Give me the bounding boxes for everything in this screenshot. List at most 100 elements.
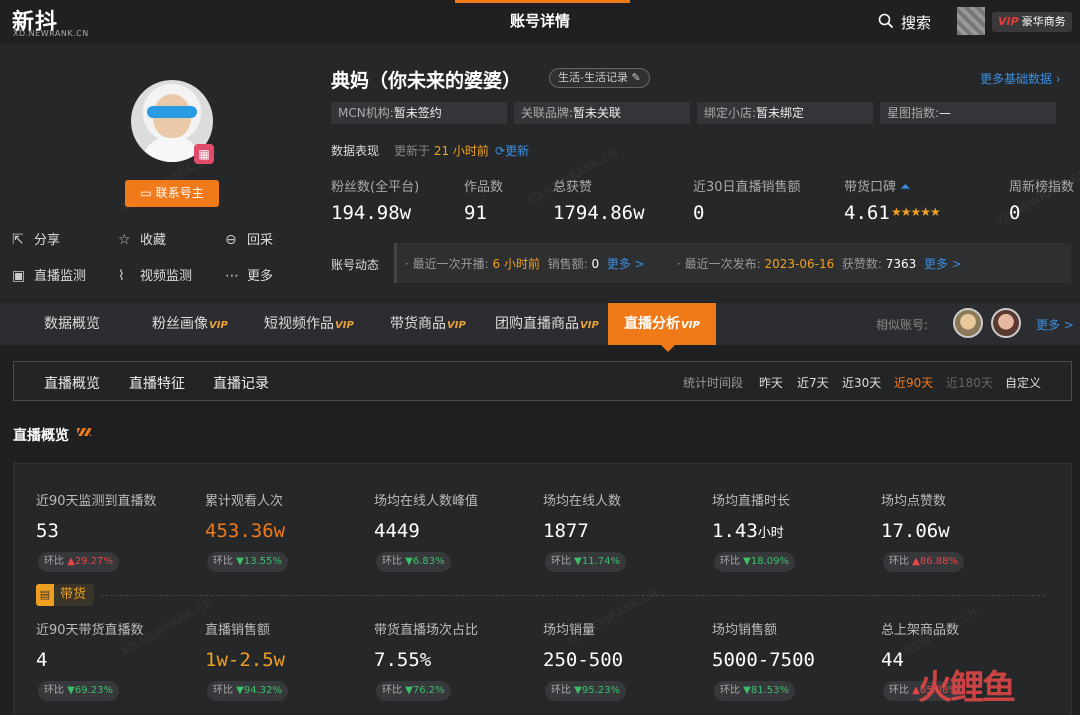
- change-label: 环比: [213, 556, 233, 567]
- tab-label: 直播分析: [624, 316, 680, 332]
- period-180d: 近180天: [946, 376, 993, 390]
- change-chip: 环比 ▼94.32%: [207, 681, 289, 701]
- change-value: 86.88%: [919, 556, 959, 567]
- subtab-live-records[interactable]: 直播记录: [213, 373, 269, 393]
- metric-label: 累计观看人次: [205, 494, 284, 509]
- performance-label: 数据表现: [331, 144, 380, 158]
- metric-number: 5000-7500: [712, 649, 815, 671]
- edit-icon: ✎: [627, 71, 641, 84]
- change-value: 6.83%: [412, 556, 445, 567]
- chart-icon[interactable]: ⏶: [900, 180, 910, 195]
- change-label: 环比: [44, 556, 64, 567]
- similar-more-link[interactable]: 更多 >: [1036, 316, 1074, 333]
- stat-label: 粉丝数(全平台): [331, 180, 420, 195]
- more-action[interactable]: ⋯ 更多: [225, 265, 273, 284]
- tab-short-videos[interactable]: 短视频作品VIP: [264, 303, 354, 345]
- info-value: 暂未签约: [393, 106, 442, 120]
- refresh-icon: ⟳: [495, 144, 506, 158]
- star-icon: ☆: [118, 232, 131, 248]
- similar-account-avatar[interactable]: [991, 308, 1021, 338]
- tab-data-overview[interactable]: 数据概览: [44, 303, 100, 345]
- live-monitor-action[interactable]: ▣ 直播监测: [12, 265, 86, 284]
- subtab-live-overview[interactable]: 直播概览: [44, 373, 100, 393]
- change-chip: 环比 ▲86.88%: [883, 552, 965, 572]
- tab-fan-profile[interactable]: 粉丝画像VIP: [152, 303, 228, 345]
- period-yesterday[interactable]: 昨天: [759, 374, 783, 391]
- metric-value: 53: [36, 520, 59, 542]
- share-action[interactable]: ⇱ 分享: [12, 229, 60, 248]
- change-chip: 环比 ▼76.2%: [376, 681, 451, 701]
- change-value: 94.32%: [243, 685, 283, 696]
- likes-value: 7363: [885, 257, 917, 271]
- period-30d[interactable]: 近30天: [842, 374, 881, 391]
- change-value: 95.23%: [581, 685, 621, 696]
- search-button[interactable]: 搜索: [901, 12, 931, 33]
- change-label: 环比: [889, 685, 909, 696]
- search-icon[interactable]: [878, 13, 894, 29]
- info-value: —: [939, 106, 952, 120]
- vip-tag: VIP: [335, 320, 354, 331]
- arrow-down-icon: ▼: [402, 685, 413, 696]
- category-tag[interactable]: 生活-生活记录 ✎: [549, 68, 650, 88]
- tab-label: 带货商品: [390, 316, 446, 332]
- metric-label: 场均在线人数: [543, 494, 622, 509]
- arrow-up-icon: ▲: [909, 556, 920, 567]
- change-label: 环比: [213, 685, 233, 696]
- live-more-link[interactable]: 更多 >: [607, 257, 645, 271]
- live-subnav: 直播概览 直播特征 直播记录 统计时间段 昨天 近7天 近30天 近90天 近1…: [13, 361, 1072, 401]
- similar-account-avatar[interactable]: [953, 308, 983, 338]
- info-star-index: 星图指数:—: [880, 102, 1056, 124]
- user-avatar[interactable]: [957, 7, 985, 35]
- subtab-live-features[interactable]: 直播特征: [129, 373, 185, 393]
- tab-label: 团购直播商品: [495, 316, 579, 332]
- section-title-mark: [77, 428, 91, 436]
- info-label: 关联品牌:: [521, 106, 574, 120]
- tab-group-live-products[interactable]: 团购直播商品VIP: [495, 303, 599, 345]
- refresh-button[interactable]: ⟳更新: [495, 142, 529, 159]
- tab-products[interactable]: 带货商品VIP: [390, 303, 466, 345]
- change-chip: 环比 ▼13.55%: [207, 552, 289, 572]
- info-shop: 绑定小店:暂未绑定: [697, 102, 873, 124]
- tab-label: 短视频作品: [264, 316, 334, 332]
- arrow-down-icon: ▼: [233, 556, 244, 567]
- post-more-link[interactable]: 更多 >: [924, 257, 962, 271]
- period-label: 统计时间段: [683, 376, 744, 390]
- refresh-label: 更新: [505, 144, 530, 158]
- sales-label: 销售额:: [547, 257, 588, 271]
- change-chip: 环比 ▲29.27%: [38, 552, 120, 572]
- vip-plan-badge[interactable]: VIP 豪华商务: [992, 12, 1072, 32]
- recollect-icon: ⊖: [225, 232, 237, 248]
- change-label: 环比: [720, 556, 740, 567]
- updated-value: 21 小时前: [433, 144, 489, 158]
- vip-tag: VIP: [580, 320, 599, 331]
- tab-live-analysis[interactable]: 直播分析VIP: [608, 303, 716, 345]
- video-monitor-action[interactable]: ⌇ 视频监测: [118, 265, 192, 284]
- stat-label: 作品数: [464, 180, 504, 195]
- tab-label: 粉丝画像: [152, 316, 208, 332]
- chevron-right-icon: ›: [1052, 72, 1061, 86]
- period-90d[interactable]: 近90天: [894, 374, 933, 391]
- metric-value: 17.06w: [881, 520, 950, 542]
- likes-label: 获赞数:: [841, 257, 882, 271]
- period-7d[interactable]: 近7天: [797, 374, 829, 391]
- metric-number: 4449: [374, 520, 420, 542]
- account-name: 典妈（你未来的婆婆）: [331, 70, 522, 92]
- share-label: 分享: [34, 233, 61, 248]
- stat-label: 近30日直播销售额: [693, 180, 801, 195]
- change-chip: 环比 ▼95.23%: [545, 681, 627, 701]
- arrow-down-icon: ▼: [740, 685, 751, 696]
- last-post-date: 2023-06-16: [764, 257, 835, 271]
- change-chip: 环比 ▼11.74%: [545, 552, 627, 572]
- category-label: 生活-生活记录: [558, 71, 628, 84]
- more-basic-data-link[interactable]: 更多基础数据 ›: [980, 70, 1061, 87]
- change-chip: 环比 ▼18.09%: [714, 552, 796, 572]
- section-title: 直播概览: [13, 428, 69, 444]
- metric-value: 1w-2.5w: [205, 649, 285, 671]
- period-custom[interactable]: 自定义: [1005, 374, 1041, 391]
- metric-number: 453.36w: [205, 520, 286, 542]
- change-chip: 环比 ▼81.53%: [714, 681, 796, 701]
- recollect-action[interactable]: ⊖ 回采: [225, 229, 273, 248]
- info-label: MCN机构:: [338, 106, 394, 120]
- metric-number: 1w-2.5w: [205, 649, 286, 671]
- favorite-action[interactable]: ☆ 收藏: [118, 229, 166, 248]
